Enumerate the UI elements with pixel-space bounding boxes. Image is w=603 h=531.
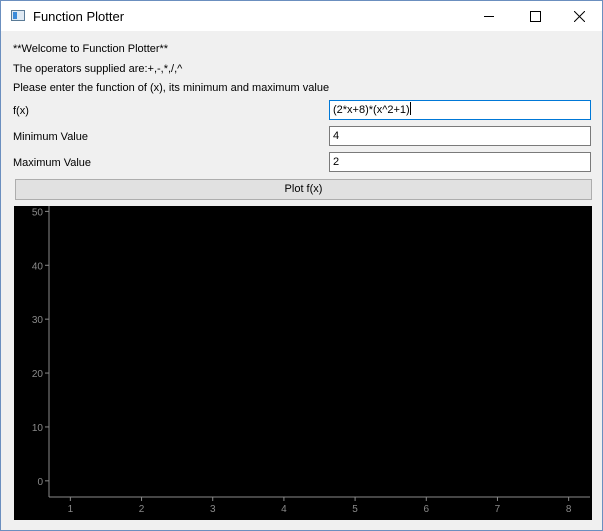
y-tick-label: 50 bbox=[32, 207, 44, 218]
fx-input[interactable]: (2*x+8)*(x^2+1) bbox=[329, 100, 591, 120]
min-label: Minimum Value bbox=[13, 131, 88, 143]
y-tick-label: 30 bbox=[32, 315, 44, 326]
y-tick-label: 10 bbox=[32, 423, 44, 434]
x-tick-label: 1 bbox=[68, 504, 74, 515]
app-window: Function Plotter **Welcome to Function P… bbox=[0, 0, 603, 531]
title-bar: Function Plotter bbox=[1, 1, 602, 31]
x-tick-label: 5 bbox=[352, 504, 358, 515]
maximize-button[interactable] bbox=[512, 1, 558, 31]
x-tick-label: 6 bbox=[423, 504, 429, 515]
minimize-button[interactable] bbox=[466, 1, 512, 31]
x-tick-label: 2 bbox=[139, 504, 145, 515]
window-title: Function Plotter bbox=[33, 9, 125, 24]
max-value-input[interactable]: 2 bbox=[329, 152, 591, 172]
min-value-input[interactable]: 4 bbox=[329, 126, 591, 146]
x-tick-label: 7 bbox=[495, 504, 501, 515]
app-window-icon bbox=[11, 10, 25, 21]
close-icon bbox=[573, 10, 585, 22]
max-label: Maximum Value bbox=[13, 157, 92, 169]
instructions-text: Please enter the function of (x), its mi… bbox=[13, 82, 330, 94]
fx-input-value: (2*x+8)*(x^2+1) bbox=[333, 104, 410, 116]
x-tick-label: 8 bbox=[566, 504, 572, 515]
plot-svg: 0 10 20 30 40 50 1 2 3 4 5 6 7 8 bbox=[32, 206, 590, 515]
fx-label: f(x) bbox=[13, 105, 29, 117]
plot-canvas: 0 10 20 30 40 50 1 2 3 4 5 6 7 8 bbox=[14, 206, 592, 520]
minimize-icon bbox=[484, 15, 494, 17]
maximize-icon bbox=[529, 10, 541, 22]
operators-text: The operators supplied are:+,-,*,/,^ bbox=[13, 63, 183, 75]
x-tick-label: 3 bbox=[210, 504, 216, 515]
x-tick-label: 4 bbox=[281, 504, 287, 515]
welcome-text: **Welcome to Function Plotter** bbox=[13, 43, 169, 55]
close-button[interactable] bbox=[556, 1, 602, 31]
y-tick-label: 0 bbox=[37, 477, 43, 488]
y-tick-label: 20 bbox=[32, 369, 44, 380]
y-tick-label: 40 bbox=[32, 261, 44, 272]
plot-button[interactable]: Plot f(x) bbox=[15, 179, 592, 200]
text-caret bbox=[409, 102, 411, 115]
